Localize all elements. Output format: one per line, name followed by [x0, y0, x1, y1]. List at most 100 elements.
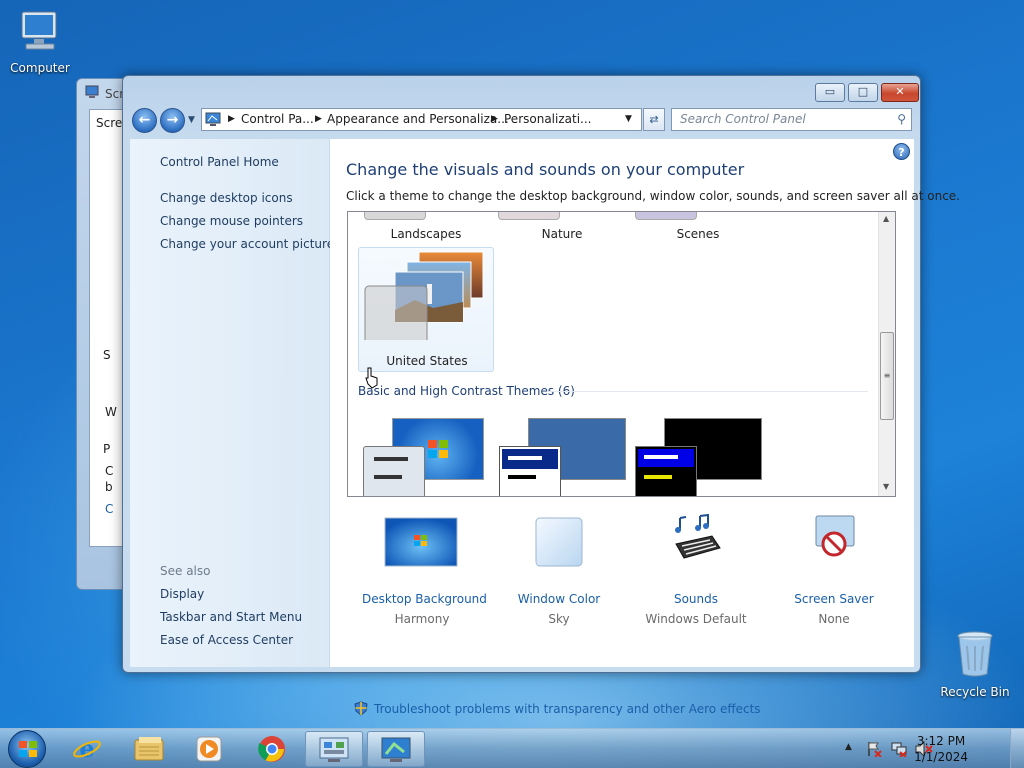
- theme-label-scenes[interactable]: Scenes: [638, 227, 758, 241]
- minimize-button[interactable]: ▭: [815, 83, 845, 102]
- control-panel-taskbar-button[interactable]: [305, 731, 363, 767]
- svg-text:e: e: [79, 734, 94, 763]
- refresh-button[interactable]: ⇄: [643, 108, 665, 131]
- personalization-window[interactable]: ▭ □ ✕ ← → ▼ ▶ Control Pa... ▶ Appearance…: [122, 75, 960, 716]
- breadcrumb-segment[interactable]: Personalizati...: [504, 109, 591, 130]
- theme-label-united-states[interactable]: United States: [367, 354, 487, 368]
- forward-button[interactable]: →: [160, 108, 185, 133]
- change-account-picture-link[interactable]: Change your account picture: [160, 237, 334, 251]
- back-button[interactable]: ←: [132, 108, 157, 133]
- breadcrumb-segment[interactable]: Appearance and Personaliza...: [327, 109, 509, 130]
- dialog-text-fragment: b: [105, 480, 113, 494]
- start-button[interactable]: [8, 730, 46, 768]
- theme-thumbnail-scenes[interactable]: [635, 212, 697, 220]
- taskbar: e ▲ 3:12 PM 1/1/2024: [0, 728, 1024, 768]
- theme-label-nature[interactable]: Nature: [502, 227, 622, 241]
- theme-list[interactable]: Landscapes Nature Scenes United States B…: [347, 211, 896, 497]
- help-icon[interactable]: ?: [893, 143, 910, 160]
- chevron-right-icon[interactable]: ▶: [228, 109, 235, 130]
- desktop-background-value: Harmony: [394, 612, 450, 626]
- window-color-label[interactable]: Window Color: [499, 592, 619, 606]
- recycle-bin-icon: [957, 631, 993, 677]
- search-placeholder: Search Control Panel: [680, 112, 806, 126]
- desktop-icon-computer[interactable]: Computer: [0, 10, 80, 75]
- address-bar[interactable]: ▶ Control Pa... ▶ Appearance and Persona…: [201, 108, 642, 131]
- system-clock[interactable]: 3:12 PM 1/1/2024: [914, 733, 968, 765]
- chevron-down-icon[interactable]: ▼: [625, 109, 632, 130]
- search-input[interactable]: Search Control Panel ⚲: [671, 108, 912, 131]
- navigation-pane: Control Panel Home Change desktop icons …: [130, 139, 334, 667]
- theme-list-scrollbar[interactable]: ▲ ≡ ▼: [878, 212, 895, 496]
- network-icon[interactable]: [891, 741, 907, 757]
- desktop-icon-recycle-bin[interactable]: Recycle Bin: [935, 630, 1015, 699]
- theme-label-landscapes[interactable]: Landscapes: [366, 227, 486, 241]
- ease-of-access-link[interactable]: Ease of Access Center: [160, 633, 293, 647]
- taskbar-start-menu-link[interactable]: Taskbar and Start Menu: [160, 610, 302, 624]
- theme-tile-united-states[interactable]: United States: [358, 247, 494, 372]
- media-player-taskbar-button[interactable]: [180, 731, 238, 767]
- breadcrumb-segment[interactable]: Control Pa...: [241, 109, 314, 130]
- content-pane: ? Change the visuals and sounds on your …: [330, 139, 960, 716]
- dialog-text-fragment: S: [103, 348, 111, 362]
- page-title: Change the visuals and sounds on your co…: [346, 160, 745, 179]
- troubleshoot-link[interactable]: Troubleshoot problems with transparency …: [374, 702, 761, 716]
- sounds-label[interactable]: Sounds: [636, 592, 756, 606]
- dialog-text-fragment: P: [103, 442, 111, 456]
- screen-saver-value: None: [818, 612, 850, 626]
- change-mouse-pointers-link[interactable]: Change mouse pointers: [160, 214, 303, 228]
- scrollbar-thumb[interactable]: ≡: [880, 332, 894, 420]
- screen-saver-item[interactable]: Screen Saver None: [774, 515, 894, 626]
- scroll-up-arrow[interactable]: ▲: [883, 214, 889, 223]
- show-hidden-icons-button[interactable]: ▲: [845, 742, 852, 752]
- theme-thumbnail-landscapes[interactable]: [364, 212, 426, 220]
- clock-date: 1/1/2024: [914, 750, 968, 764]
- search-icon[interactable]: ⚲: [897, 109, 906, 130]
- window-color-value: Sky: [548, 612, 570, 626]
- control-panel-icon: [205, 112, 221, 126]
- folder-icon: [134, 737, 164, 761]
- control-panel-icon: [319, 737, 349, 762]
- control-panel-home-link[interactable]: Control Panel Home: [160, 155, 279, 169]
- dialog-text-fragment: C: [105, 464, 114, 478]
- window-app-icon: [85, 85, 99, 98]
- page-subtitle: Click a theme to change the desktop back…: [346, 189, 960, 203]
- change-desktop-icons-link[interactable]: Change desktop icons: [160, 191, 293, 205]
- theme-window-preview: [363, 446, 425, 496]
- dialog-text-fragment[interactable]: C: [105, 502, 113, 516]
- theme-window-preview: [499, 446, 561, 496]
- sounds-icon: [675, 514, 721, 559]
- maximize-button[interactable]: □: [848, 83, 878, 102]
- desktop-background-icon: [384, 517, 458, 567]
- display-link[interactable]: Display: [160, 587, 204, 601]
- window-color-icon: [535, 517, 583, 567]
- chrome-taskbar-button[interactable]: [243, 731, 301, 767]
- show-desktop-button[interactable]: [1010, 729, 1024, 768]
- dialog-text-fragment: W: [105, 405, 117, 419]
- desktop-icon-label: Recycle Bin: [940, 685, 1010, 699]
- file-explorer-taskbar-button[interactable]: [120, 731, 178, 767]
- theme-preview-image: [364, 251, 484, 340]
- internet-explorer-taskbar-button[interactable]: e: [58, 731, 116, 767]
- personalization-icon: [381, 737, 411, 762]
- windows-logo-icon: [428, 440, 448, 458]
- basic-themes-group-header[interactable]: Basic and High Contrast Themes (6): [358, 384, 575, 398]
- scroll-down-arrow[interactable]: ▼: [883, 482, 889, 491]
- window-color-item[interactable]: Window Color Sky: [499, 517, 619, 626]
- chevron-right-icon[interactable]: ▶: [315, 109, 322, 130]
- screen-saver-icon: [815, 515, 855, 557]
- computer-icon: [21, 11, 57, 50]
- desktop-background-label[interactable]: Desktop Background: [362, 592, 487, 606]
- close-button[interactable]: ✕: [881, 83, 919, 102]
- desktop-background-item[interactable]: Desktop Background Harmony: [362, 517, 487, 626]
- screen-saver-label[interactable]: Screen Saver: [774, 592, 894, 606]
- sounds-item[interactable]: Sounds Windows Default: [636, 514, 756, 626]
- personalization-taskbar-button[interactable]: [367, 731, 425, 767]
- chrome-icon: [258, 736, 285, 762]
- chevron-right-icon[interactable]: ▶: [491, 109, 498, 130]
- internet-explorer-icon: e: [73, 734, 101, 763]
- action-center-flag-icon[interactable]: [866, 741, 882, 757]
- desktop-icon-label: Computer: [10, 61, 70, 75]
- theme-window-preview: [635, 446, 697, 496]
- theme-thumbnail-nature[interactable]: [498, 212, 560, 220]
- recent-pages-dropdown[interactable]: ▼: [188, 115, 195, 125]
